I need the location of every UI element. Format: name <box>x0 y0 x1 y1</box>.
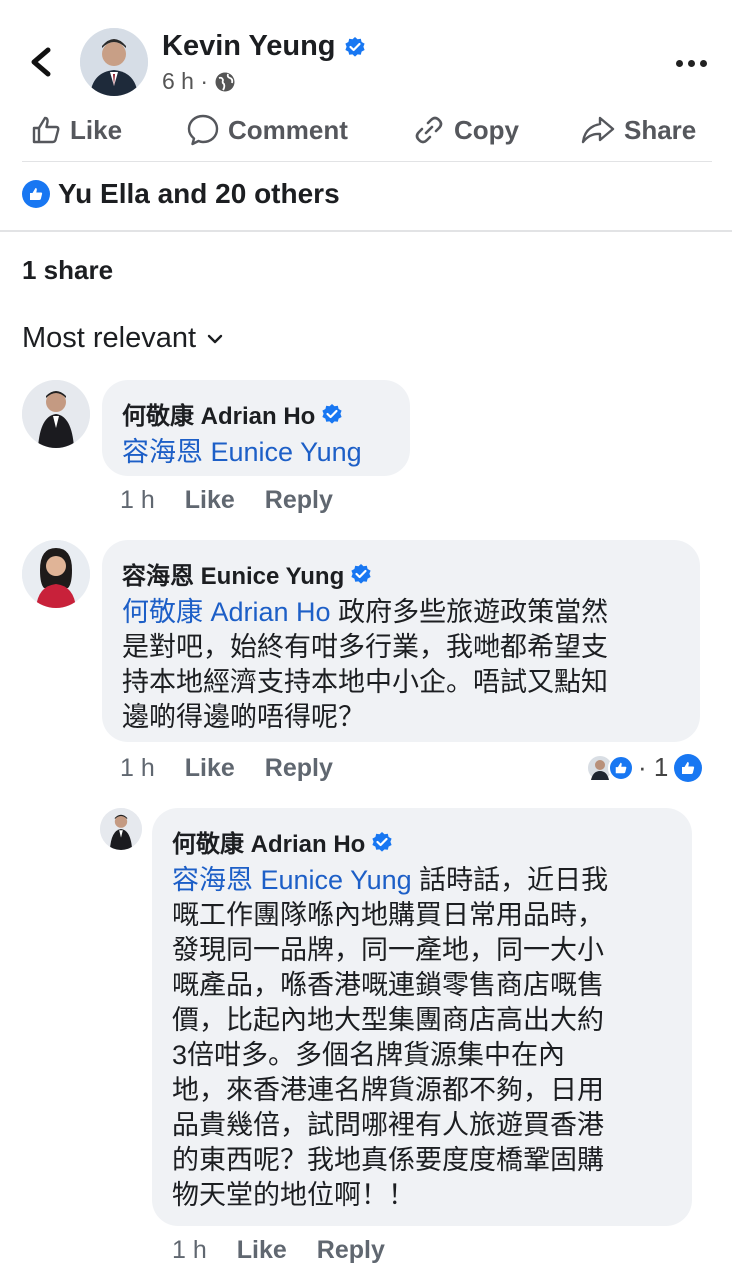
sort-label: Most relevant <box>22 322 197 354</box>
link-icon <box>415 116 443 144</box>
comment-text: 容海恩 Eunice Yung 話時話，近日我 嘅工作團隊喺內地購買日常用品時，… <box>172 863 672 1213</box>
comment-line: 嘅工作團隊喺內地購買日常用品時， <box>172 900 604 930</box>
reaction-text: Yu Ella and 20 others <box>58 178 340 209</box>
reaction-count: · 1 <box>638 752 669 782</box>
divider <box>0 230 732 232</box>
comment-button[interactable]: Comment <box>186 110 348 150</box>
commenter-name-text[interactable]: 容海恩 Eunice Yung <box>122 556 344 591</box>
copy-button[interactable]: Copy <box>412 110 519 150</box>
commenter-avatar[interactable] <box>22 380 90 448</box>
comment-line: 價，比起內地大型集團商店高出大約 <box>172 1005 604 1035</box>
verified-badge-icon <box>322 403 342 424</box>
comment-line: 嘅產品，喺香港嘅連鎖零售商店嘅售 <box>172 970 604 1000</box>
comment-bubble: 容海恩 Eunice Yung 何敬康 Adrian Ho 政府多些旅遊政策當然… <box>102 540 700 742</box>
commenter-avatar[interactable] <box>22 540 90 608</box>
like-button[interactable]: Like <box>30 110 122 150</box>
share-button[interactable]: Share <box>580 110 696 150</box>
comment-meta: 1 h Like Reply <box>172 1236 415 1265</box>
commenter-name[interactable]: 何敬康 Adrian Ho <box>172 824 672 859</box>
post-header: Kevin Yeung 6 h · <box>0 0 732 110</box>
comment-line: 何敬康 Adrian Ho 政府多些旅遊政策當然 <box>122 595 680 630</box>
author-name[interactable]: Kevin Yeung <box>162 30 366 63</box>
comment-line: 物天堂的地位啊！！ <box>172 1180 415 1210</box>
comment-time: 1 h <box>120 754 155 782</box>
chevron-down-icon <box>207 334 223 343</box>
mention-link[interactable]: 容海恩 Eunice Yung <box>172 865 412 895</box>
comment-line: 的東西呢？我地真係要度度橋鞏固購 <box>172 1145 604 1175</box>
comment-line: 容海恩 Eunice Yung 話時話，近日我 <box>172 863 672 898</box>
comment-line: 邊啲得邊啲唔得呢？ <box>122 702 365 732</box>
like-reaction-icon <box>22 180 50 208</box>
sort-dropdown[interactable]: Most relevant <box>22 322 224 355</box>
commenter-name-text[interactable]: 何敬康 Adrian Ho <box>172 824 365 859</box>
like-reaction-icon <box>674 753 703 782</box>
comment-line: 地，來香港連名牌貨源都不夠，日用 <box>172 1075 604 1105</box>
comment-reaction-summary[interactable]: · 1 <box>586 752 703 783</box>
comment-like-button[interactable]: Like <box>185 754 235 783</box>
comment-line: 發現同一品牌，同一產地，同一大小 <box>172 935 604 965</box>
comment-line-text: 話時話，近日我 <box>411 865 609 895</box>
copy-label: Copy <box>454 114 519 145</box>
comment-line: 品貴幾倍，試問哪裡有人旅遊買香港 <box>172 1110 604 1140</box>
comment-time: 1 h <box>172 1236 207 1264</box>
comment-meta: 1 h Like Reply <box>120 754 363 783</box>
like-label: Like <box>70 114 123 145</box>
commenter-name[interactable]: 容海恩 Eunice Yung <box>122 556 680 591</box>
verified-badge-icon <box>372 831 392 852</box>
comment-bubble: 何敬康 Adrian Ho 容海恩 Eunice Yung 話時話，近日我 嘅工… <box>152 808 692 1226</box>
thumbs-up-icon <box>32 116 60 144</box>
post-meta: 6 h · <box>162 68 236 95</box>
reaction-count-number: 1 <box>653 752 669 782</box>
like-reaction-icon <box>608 754 634 781</box>
globe-icon <box>215 72 235 91</box>
share-label: Share <box>624 114 697 145</box>
comment-reply-button[interactable]: Reply <box>265 486 333 515</box>
comment-bubble-icon <box>187 114 219 146</box>
mention-link[interactable]: 何敬康 Adrian Ho <box>122 597 331 627</box>
comment-line-text: 政府多些旅遊政策當然 <box>330 597 609 627</box>
comment-reply-button[interactable]: Reply <box>265 754 333 783</box>
comment-meta: 1 h Like Reply <box>120 486 363 515</box>
comment-text: 容海恩 Eunice Yung <box>122 435 390 470</box>
commenter-name[interactable]: 何敬康 Adrian Ho <box>122 396 390 431</box>
comment-line: 是對吧，始終有咁多行業，我哋都希望支 <box>122 632 608 662</box>
more-options-icon[interactable] <box>676 60 707 67</box>
author-avatar[interactable] <box>80 28 148 96</box>
mention-link[interactable]: 容海恩 Eunice Yung <box>122 437 362 467</box>
comment-reply-button[interactable]: Reply <box>317 1236 385 1265</box>
share-count[interactable]: 1 share <box>22 255 113 286</box>
author-name-text[interactable]: Kevin Yeung <box>162 30 336 63</box>
comment-text: 何敬康 Adrian Ho 政府多些旅遊政策當然 是對吧，始終有咁多行業，我哋都… <box>122 595 680 735</box>
comment-like-button[interactable]: Like <box>185 486 235 515</box>
commenter-name-text[interactable]: 何敬康 Adrian Ho <box>122 396 315 431</box>
comment-bubble: 何敬康 Adrian Ho 容海恩 Eunice Yung <box>102 380 410 476</box>
verified-badge-icon <box>344 36 365 57</box>
share-arrow-icon <box>581 116 615 144</box>
reaction-summary[interactable]: Yu Ella and 20 others <box>22 178 340 210</box>
post-time: 6 h · <box>162 68 209 94</box>
commenter-avatar[interactable] <box>100 808 142 850</box>
comment-like-button[interactable]: Like <box>237 1236 287 1265</box>
back-arrow-icon[interactable] <box>24 42 58 82</box>
comment-line: 持本地經濟支持本地中小企。唔試又點知 <box>122 667 608 697</box>
comment-line: 3倍咁多。多個名牌貨源集中在內 <box>172 1040 566 1070</box>
comment-time: 1 h <box>120 486 155 514</box>
verified-badge-icon <box>351 563 371 584</box>
post-action-bar: Like Comment Copy Share <box>22 110 712 162</box>
comment-label: Comment <box>228 114 348 145</box>
